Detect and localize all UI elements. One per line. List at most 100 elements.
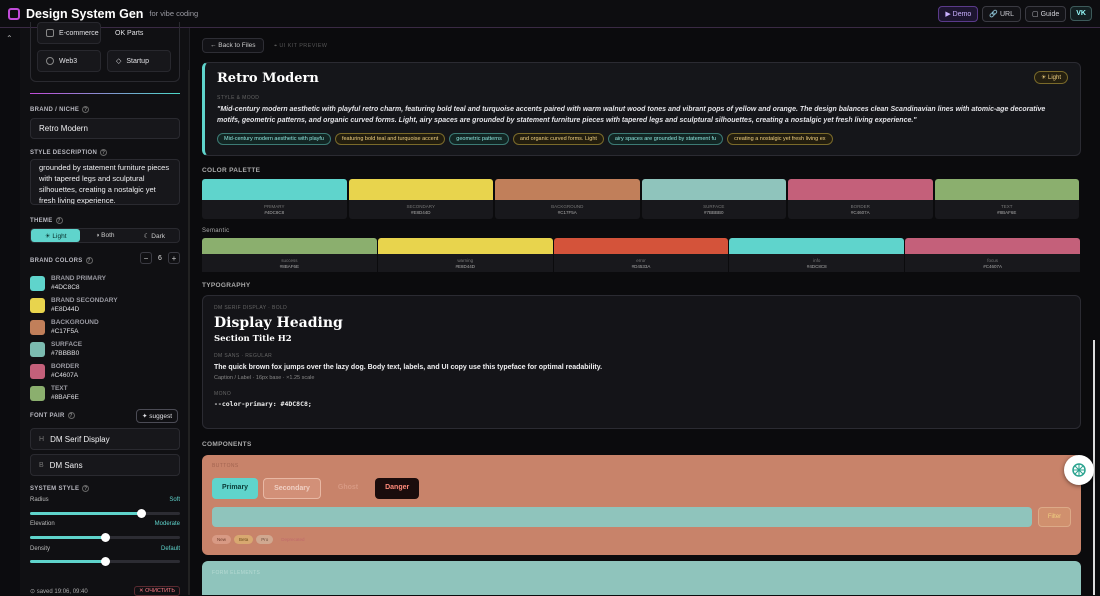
color-swatch[interactable] [30,363,45,379]
palette-swatch[interactable]: SURFACE #7BBBB0 [641,179,786,219]
semantic-color-bar[interactable] [202,238,377,254]
brand-colors-label-text: BRAND COLORS [30,257,83,264]
increment-button[interactable]: + [168,252,180,264]
semantic-name: success [281,257,298,263]
url-button[interactable]: 🔗 URL [982,5,1022,22]
sample-input[interactable] [212,507,1032,527]
niche-ok-parts[interactable]: OK Parts [107,22,171,44]
palette-swatch[interactable]: BORDER #C4607A [788,179,933,219]
color-swatch[interactable] [30,385,45,401]
slider-knob[interactable] [101,557,110,566]
semantic-name: info [813,257,821,263]
niche-ecommerce[interactable]: E-commerce [37,22,101,44]
theme-both[interactable]: ◑ Both [80,229,129,242]
brand-color-row[interactable]: BRAND PRIMARY #4DC8C8 [30,274,106,292]
danger-button[interactable]: Danger [375,478,420,499]
color-swatch[interactable] [30,341,45,357]
decrement-button[interactable]: − [140,252,152,264]
body-font-field[interactable]: B DM Sans [30,454,180,476]
theme-light[interactable]: ☀ Light [31,229,81,242]
elevation-slider[interactable] [30,533,180,542]
palette-swatch[interactable]: TEXT #8BAF6E [934,179,1079,219]
color-count-stepper: − 6 + [140,252,180,264]
color-swatch[interactable] [30,297,45,313]
filter-button[interactable]: Filter [1038,507,1071,527]
density-value: Default [160,546,180,552]
semantic-swatch[interactable]: info #4DC8C8 [729,238,905,272]
sidebar: ⌃ E-commerce OK Parts Web3 ◇ Startup BRAN… [0,22,190,596]
brand-input[interactable]: Retro Modern [30,118,180,139]
style-label: STYLE DESCRIPTION? [30,149,108,156]
help-icon[interactable]: ? [67,412,75,419]
radius-slider[interactable] [30,509,180,518]
niche-grid: E-commerce OK Parts Web3 ◇ Startup [30,22,180,82]
brand-color-row[interactable]: TEXT #8BAF6E [30,384,79,402]
brand-color-hex: #7BBBB0 [51,350,80,357]
secondary-button[interactable]: Secondary [263,478,321,499]
palette-hex: #4DC8C8 [264,210,285,215]
heading-font-field[interactable]: H DM Serif Display [30,428,180,450]
suggest-button[interactable]: ✦ suggest [136,409,179,423]
help-icon[interactable]: ? [100,149,108,156]
back-button[interactable]: ← Back to Files [202,38,264,53]
niche-web3[interactable]: Web3 [37,50,101,72]
demo-button[interactable]: ▶ Demo [938,5,979,22]
palette-color-bar[interactable] [641,179,786,200]
palette-swatch[interactable]: PRIMARY #4DC8C8 [202,179,347,219]
ghost-button[interactable]: Ghost [326,478,370,499]
breadcrumb: ⌖ UI KIT PREVIEW [274,43,328,49]
system-style-label-text: SYSTEM STYLE [30,485,80,492]
help-icon[interactable]: ? [55,217,63,224]
brand-color-name: BACKGROUND [51,319,99,326]
color-swatch[interactable] [30,319,45,335]
brand-color-text: BORDER #C4607A [51,362,79,380]
brand-colors-label: BRAND COLORS? [30,257,93,264]
palette-swatch[interactable]: BACKGROUND #C17F5A [495,179,640,219]
semantic-swatch[interactable]: success #8BAF6E [202,238,377,272]
help-icon[interactable]: ? [82,106,90,113]
palette-color-bar[interactable] [934,179,1079,200]
semantic-swatch[interactable]: error #D4533A [553,238,729,272]
semantic-swatch[interactable]: warning #E8D44D [377,238,553,272]
style-description-textarea[interactable]: grounded by statement furniture pieces w… [30,159,180,205]
theme-dark[interactable]: ☾ Dark [130,229,179,242]
user-avatar[interactable]: VK [1070,6,1092,21]
badge-tag: Pro [256,535,274,544]
chevron-up-icon[interactable]: ⌃ [6,34,13,43]
slider-fill [30,536,105,539]
semantic-color-bar[interactable] [729,238,905,254]
brand-color-row[interactable]: BRAND SECONDARY #E8D44D [30,296,118,314]
slider-fill [30,512,141,515]
brand-label-text: BRAND / NICHE [30,106,80,113]
badge-tag: Deprecated [276,535,310,544]
density-slider[interactable] [30,557,180,566]
keyword-pill: Mid-century modern aesthetic with playfu [217,133,331,145]
palette-color-bar[interactable] [348,179,493,200]
semantic-color-bar[interactable] [377,238,553,254]
slider-knob[interactable] [137,509,146,518]
brand-color-row[interactable]: SURFACE #7BBBB0 [30,340,82,358]
brand-color-row[interactable]: BACKGROUND #C17F5A [30,318,99,336]
niche-startup[interactable]: ◇ Startup [107,50,171,72]
semantic-color-bar[interactable] [553,238,729,254]
palette-color-bar[interactable] [788,179,933,200]
primary-button[interactable]: Primary [212,478,259,499]
body-text-sample: The quick brown fox jumps over the lazy … [214,364,603,371]
palette-hex: #7BBBB0 [703,210,724,215]
semantic-swatch[interactable]: focus #C4607A [905,238,1080,272]
brand-color-text: TEXT #8BAF6E [51,384,79,402]
palette-color-bar[interactable] [202,179,347,200]
semantic-color-bar[interactable] [905,238,1080,254]
palette-color-bar[interactable] [495,179,640,200]
heading-prefix: H [39,435,45,443]
slider-knob[interactable] [101,533,110,542]
guide-button[interactable]: ▢ Guide [1025,5,1067,22]
color-swatch[interactable] [30,275,45,291]
semantic-meta: success #8BAF6E [202,254,377,272]
help-icon[interactable]: ? [82,485,90,492]
assistant-button[interactable] [1064,455,1094,485]
brand-color-row[interactable]: BORDER #C4607A [30,362,79,380]
help-icon[interactable]: ? [85,257,93,264]
palette-swatch[interactable]: SECONDARY #E8D44D [348,179,493,219]
niche-label: E-commerce [59,29,99,37]
